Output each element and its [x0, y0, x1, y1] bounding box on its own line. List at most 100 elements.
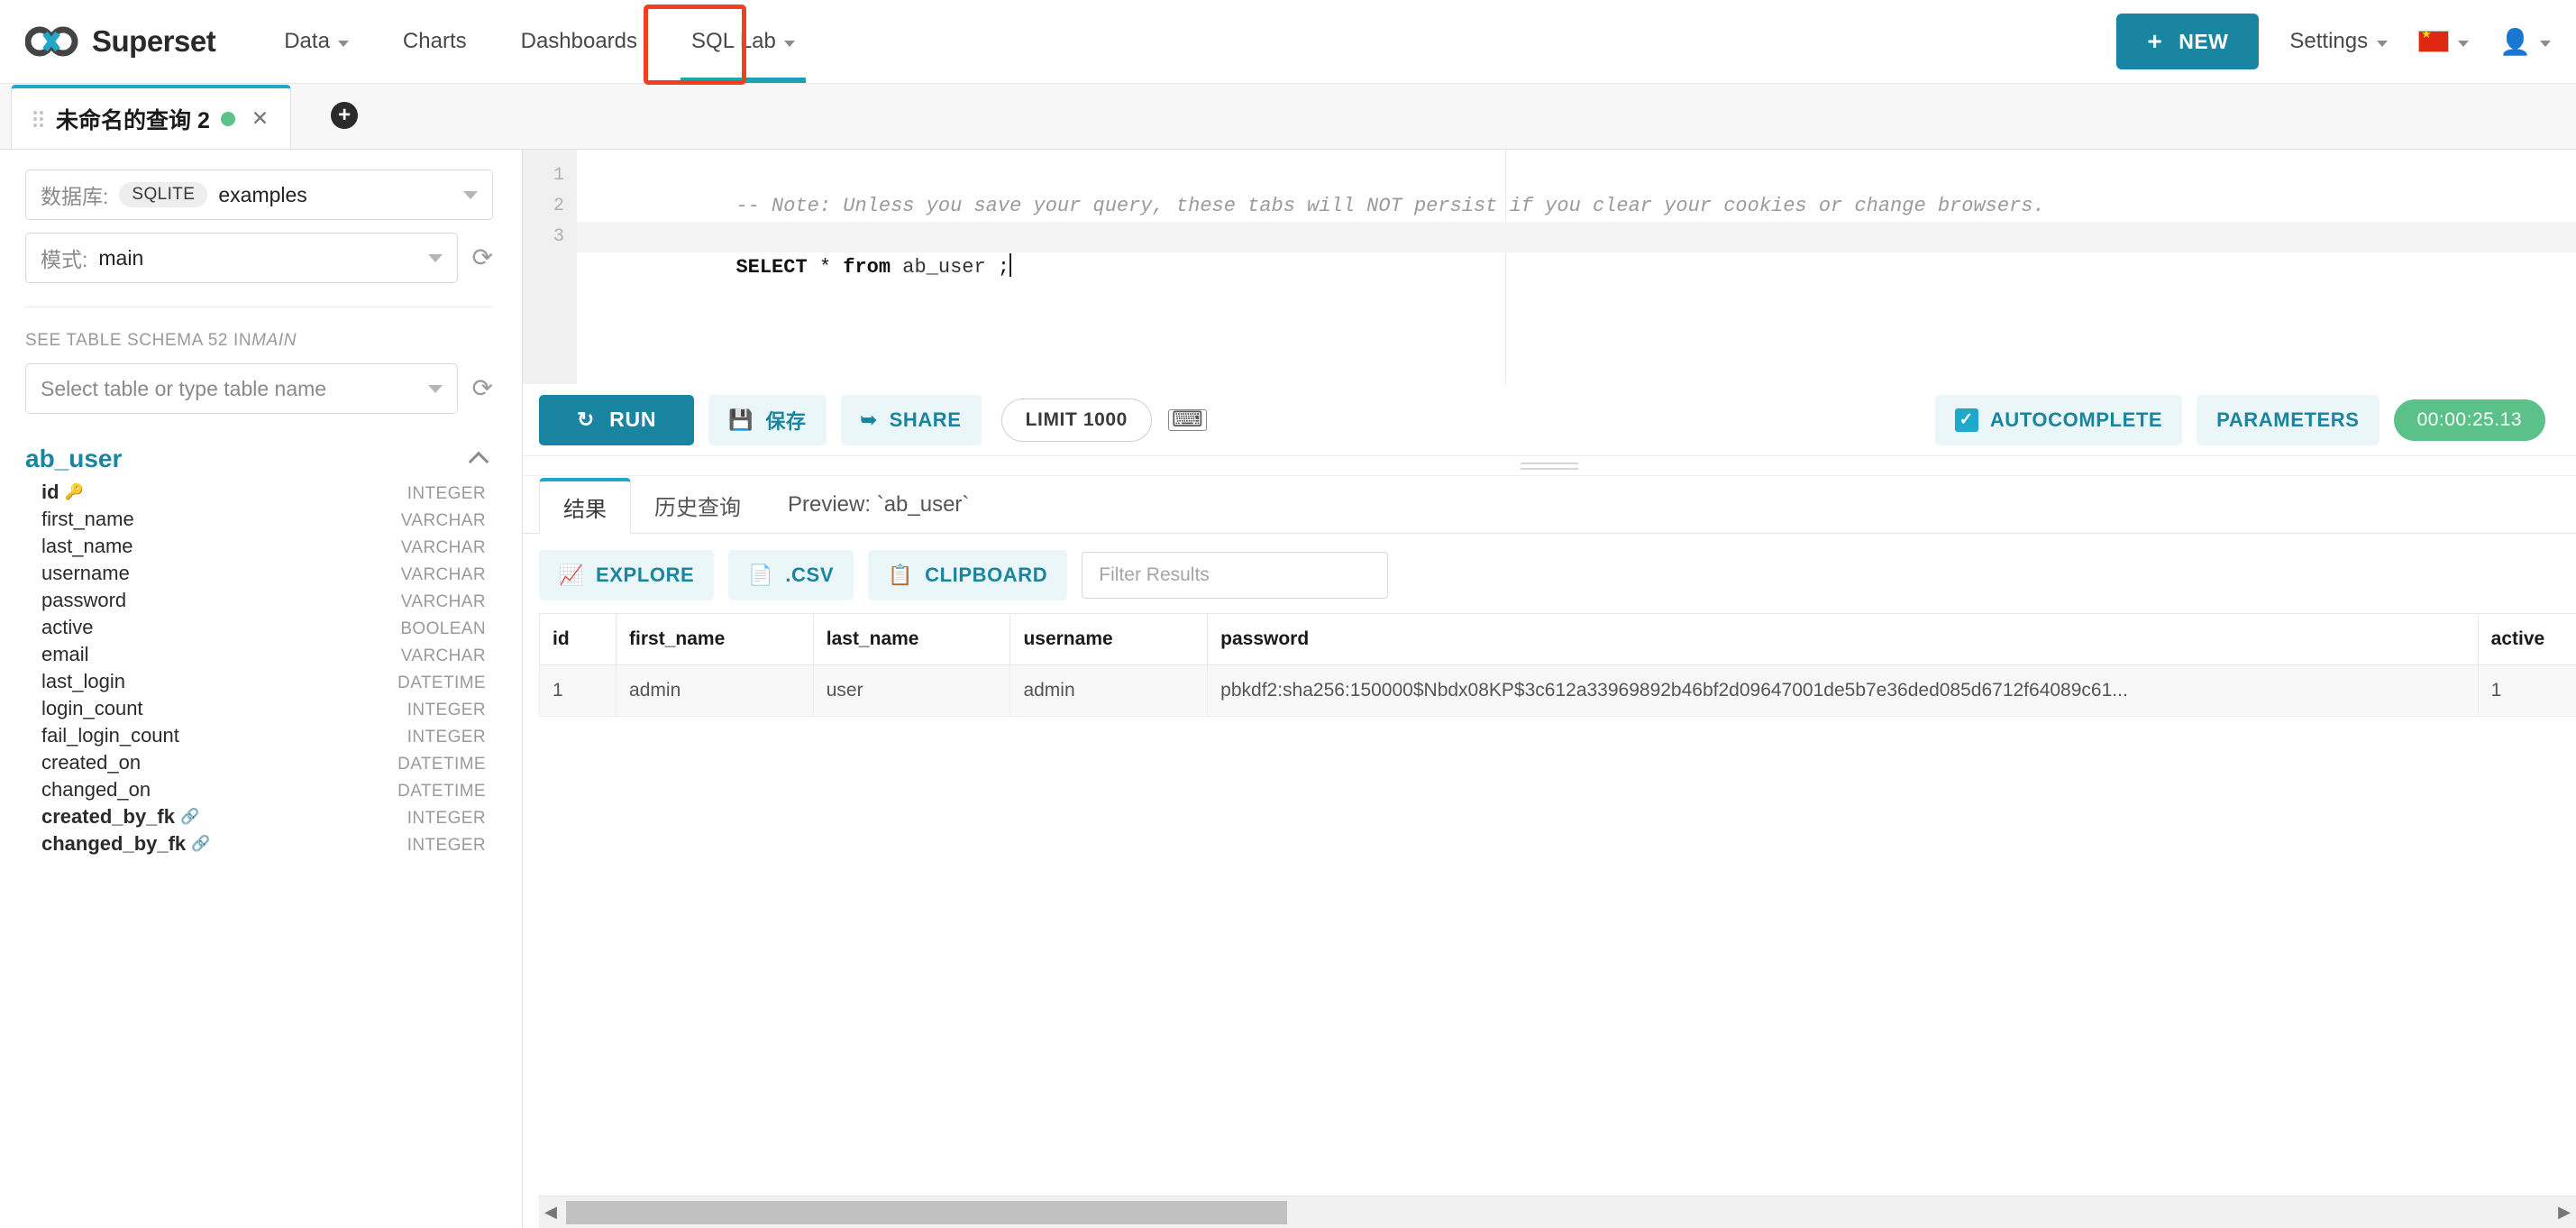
table-header[interactable]: ab_user: [25, 444, 493, 479]
clipboard-icon: 📋: [888, 564, 914, 586]
add-query-tab-button[interactable]: +: [331, 102, 359, 129]
filter-results-input[interactable]: [1082, 552, 1389, 599]
column-row: password VARCHAR: [25, 587, 493, 614]
save-button[interactable]: 💾 保存: [708, 394, 827, 445]
new-button[interactable]: + NEW: [2116, 14, 2260, 69]
tab-results[interactable]: 结果: [539, 478, 631, 534]
sql-comment: -- Note: Unless you save your query, the…: [735, 195, 2045, 217]
run-button[interactable]: ↻ RUN: [539, 394, 695, 445]
column-type: DATETIME: [397, 755, 486, 774]
column-header-active[interactable]: active: [2477, 613, 2576, 665]
share-button[interactable]: ➥ SHARE: [840, 394, 982, 445]
column-type: INTEGER: [406, 728, 486, 747]
close-icon[interactable]: ✕: [251, 106, 269, 131]
column-type: VARCHAR: [400, 565, 486, 584]
scrollbar-track[interactable]: [562, 1198, 2553, 1226]
chevron-down-icon: [783, 40, 795, 47]
column-name: active: [41, 616, 94, 638]
tab-query-history[interactable]: 历史查询: [631, 477, 764, 533]
column-name: fail_login_count: [41, 724, 179, 747]
editor-toolbar: ↻ RUN 💾 保存 ➥ SHARE LIMIT 1000 ⌨ ✓ AUTOCO…: [523, 384, 2576, 456]
toolbar-right-group: ✓ AUTOCOMPLETE PARAMETERS 00:00:25.13: [1921, 394, 2545, 445]
print-margin: [1505, 150, 1506, 384]
panel-resize-handle[interactable]: [523, 456, 2576, 476]
explore-button[interactable]: 📈 EXPLORE: [539, 550, 715, 600]
cell-first-name: admin: [616, 664, 814, 717]
user-menu[interactable]: 👤: [2499, 27, 2551, 57]
column-header-password[interactable]: password: [1207, 613, 2479, 665]
nav-item-label: Charts: [402, 29, 467, 53]
column-row: fail_login_count INTEGER: [25, 722, 493, 749]
nav-item-sql-lab[interactable]: SQL Lab: [664, 0, 822, 83]
column-name: id 🔑: [41, 481, 84, 503]
autocomplete-toggle[interactable]: ✓ AUTOCOMPLETE: [1934, 394, 2183, 445]
horizontal-scrollbar[interactable]: ◀ ▶: [539, 1196, 2576, 1228]
sql-editor[interactable]: 1 2 3 -- Note: Unless you save your quer…: [523, 150, 2576, 384]
nav-item-data[interactable]: Data: [257, 0, 376, 83]
parameters-label: PARAMETERS: [2216, 408, 2360, 431]
chevron-down-icon: [463, 190, 478, 199]
column-type: INTEGER: [406, 836, 486, 855]
column-header-id[interactable]: id: [538, 613, 617, 665]
nav-item-charts[interactable]: Charts: [376, 0, 494, 83]
top-navbar: Superset Data Charts Dashboards SQL Lab …: [0, 0, 2576, 85]
language-menu[interactable]: [2418, 28, 2470, 52]
cell-username: admin: [1009, 664, 1209, 717]
column-row: active BOOLEAN: [25, 614, 493, 641]
query-status-dot: [220, 111, 235, 126]
schema-select[interactable]: 模式: main: [25, 233, 458, 283]
drag-handle-icon[interactable]: [33, 110, 43, 127]
settings-menu[interactable]: Settings: [2289, 29, 2389, 54]
copy-clipboard-button[interactable]: 📋 CLIPBOARD: [868, 550, 1068, 600]
table-select[interactable]: Select table or type table name: [25, 363, 458, 414]
chevron-up-icon[interactable]: [468, 451, 489, 472]
brand-logo-area[interactable]: Superset: [24, 24, 216, 59]
chevron-down-icon: [337, 40, 349, 47]
column-row: changed_by_fk 🔗 INTEGER: [25, 830, 493, 857]
query-tab-label: 未命名的查询 2: [56, 107, 210, 133]
sql-star: *: [818, 256, 832, 279]
column-name: created_by_fk 🔗: [41, 805, 200, 828]
column-name: changed_by_fk 🔗: [41, 832, 211, 855]
foreign-key-icon: 🔗: [179, 808, 200, 825]
table-select-placeholder: Select table or type table name: [41, 376, 327, 400]
editor-code-area[interactable]: -- Note: Unless you save your query, the…: [577, 150, 2576, 384]
column-type: VARCHAR: [400, 538, 486, 557]
column-row: created_by_fk 🔗 INTEGER: [25, 803, 493, 830]
database-select[interactable]: 数据库: SQLITE examples: [25, 170, 493, 220]
nav-item-dashboards[interactable]: Dashboards: [494, 0, 664, 83]
scrollbar-thumb[interactable]: [566, 1200, 1287, 1224]
sql-keyword-select: SELECT: [735, 256, 808, 279]
column-header-username[interactable]: username: [1009, 613, 1209, 665]
column-header-last-name[interactable]: last_name: [812, 613, 1011, 665]
column-name: username: [41, 562, 130, 584]
scroll-left-arrow-icon[interactable]: ◀: [539, 1203, 562, 1222]
scroll-right-arrow-icon[interactable]: ▶: [2553, 1203, 2576, 1222]
clipboard-label: CLIPBOARD: [925, 564, 1048, 586]
column-type: VARCHAR: [400, 646, 486, 665]
column-row: created_on DATETIME: [25, 749, 493, 776]
chevron-down-icon: [427, 253, 443, 262]
column-header-first-name[interactable]: first_name: [616, 613, 814, 665]
table-row: 1 admin user admin pbkdf2:sha256:150000$…: [538, 664, 2576, 717]
results-table-container: id first_name last_name username passwor…: [523, 613, 2576, 1196]
cell-last-name: user: [812, 664, 1011, 717]
superset-logo-icon: [24, 26, 79, 57]
plus-icon: +: [2147, 27, 2163, 55]
column-name: first_name: [41, 508, 134, 530]
column-row: first_name VARCHAR: [25, 506, 493, 533]
limit-dropdown[interactable]: LIMIT 1000: [1000, 398, 1152, 442]
line-number: 1: [553, 165, 564, 186]
tab-preview[interactable]: Preview: `ab_user`: [764, 477, 992, 533]
refresh-icon[interactable]: ⟳: [472, 245, 493, 270]
run-button-label: RUN: [609, 408, 657, 431]
column-row: last_login DATETIME: [25, 668, 493, 695]
query-tab[interactable]: 未命名的查询 2 ✕: [11, 85, 292, 149]
keyboard-icon[interactable]: ⌨: [1167, 408, 1207, 431]
column-name: last_login: [41, 670, 125, 692]
primary-key-icon: 🔑: [64, 483, 84, 500]
parameters-button[interactable]: PARAMETERS: [2197, 394, 2380, 445]
refresh-icon[interactable]: ⟳: [472, 376, 493, 401]
download-csv-button[interactable]: 📄 .CSV: [728, 550, 854, 600]
sql-semicolon: ;: [997, 256, 1010, 279]
